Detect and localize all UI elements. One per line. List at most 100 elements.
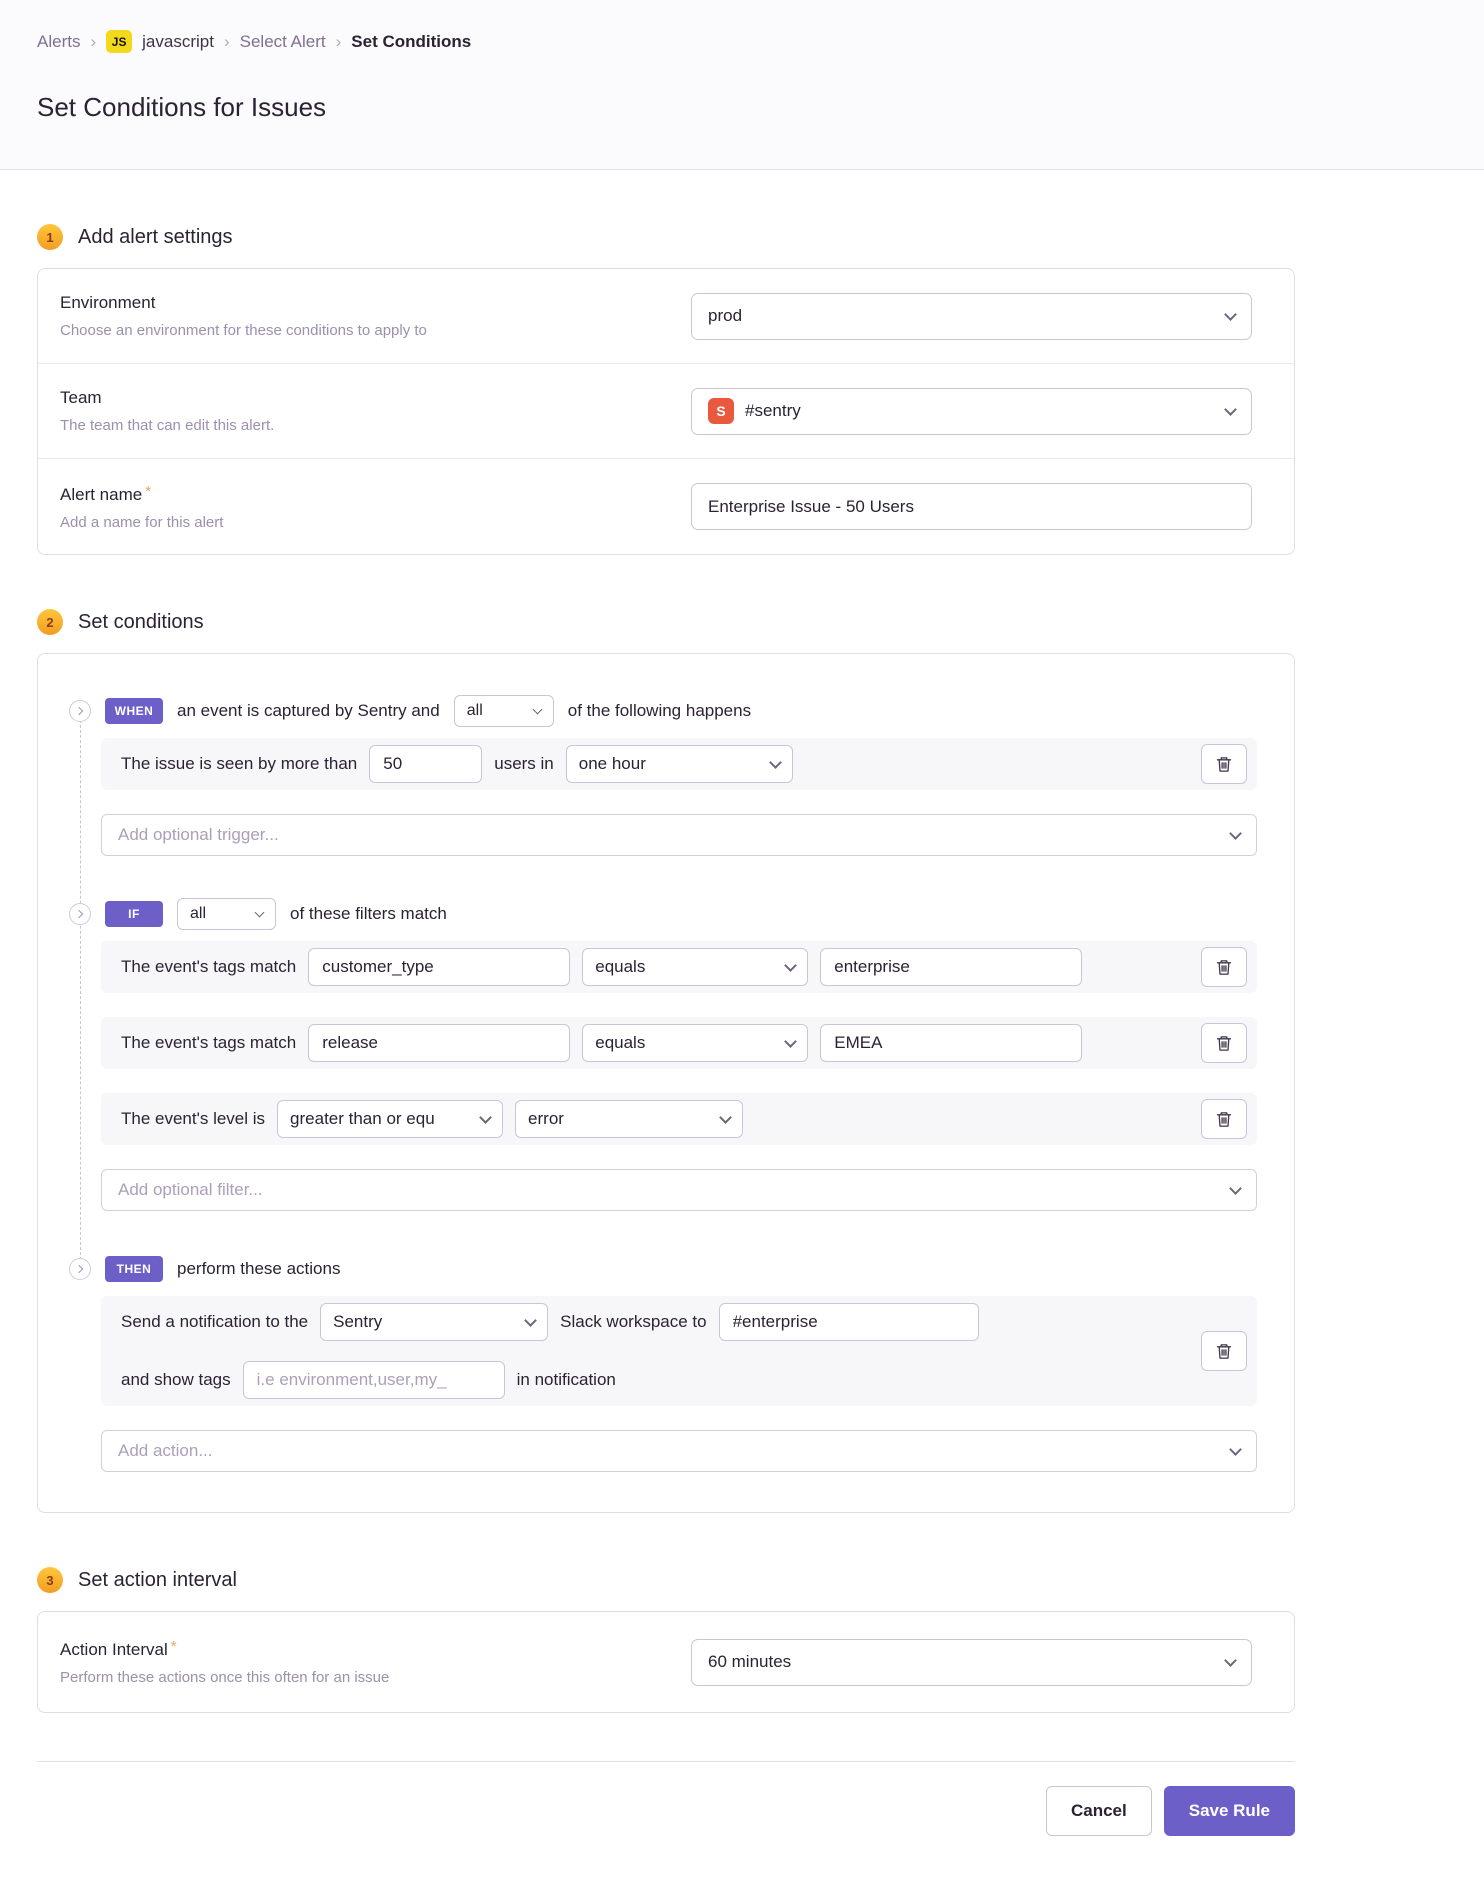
condition-step-body: Send a notification to theSentrySlack wo…: [101, 1296, 1257, 1472]
step-badge: IF: [105, 901, 163, 927]
team-row: Team The team that can edit this alert. …: [38, 364, 1294, 459]
condition-text: users in: [494, 754, 554, 774]
condition-text: The event's tags match: [121, 957, 296, 977]
select-value: all: [467, 702, 483, 720]
action-interval-help: Perform these actions once this often fo…: [60, 1669, 389, 1686]
team-select-value: #sentry: [745, 401, 801, 421]
environment-select[interactable]: prod: [691, 293, 1252, 340]
condition-steps: WHENan event is captured by Sentry andal…: [69, 698, 1257, 1472]
breadcrumb-set-conditions: Set Conditions: [351, 32, 471, 52]
page-header: Alerts › JS javascript › Select Alert › …: [0, 0, 1484, 170]
condition-value-input[interactable]: [308, 948, 570, 986]
add-condition-select[interactable]: Add action...: [101, 1430, 1257, 1472]
environment-row: Environment Choose an environment for th…: [38, 269, 1294, 364]
condition-select[interactable]: all: [177, 898, 276, 930]
environment-select-value: prod: [708, 306, 742, 326]
condition-select[interactable]: error: [515, 1100, 743, 1138]
page-title: Set Conditions for Issues: [37, 91, 1484, 123]
condition-text: The event's tags match: [121, 1033, 296, 1053]
action-interval-row: Action Interval* Perform these actions o…: [38, 1612, 1294, 1712]
condition-step-body: The event's tags matchequalsThe event's …: [101, 941, 1257, 1211]
select-value: greater than or equ: [290, 1109, 435, 1129]
footer-actions: Cancel Save Rule: [37, 1786, 1295, 1886]
chevron-down-icon: [1224, 1654, 1237, 1667]
section-title: Set conditions: [78, 611, 204, 634]
condition-select[interactable]: Sentry: [320, 1303, 548, 1341]
expand-chevron-icon[interactable]: [69, 700, 91, 722]
section-add-alert-settings: 1 Add alert settings: [37, 224, 1295, 250]
delete-row-button[interactable]: [1201, 1099, 1247, 1139]
team-select[interactable]: S #sentry: [691, 388, 1252, 435]
select-value: Sentry: [333, 1312, 382, 1332]
delete-row-button[interactable]: [1201, 1023, 1247, 1063]
breadcrumb-separator-icon: ›: [90, 32, 96, 52]
step-number-badge: 2: [37, 609, 63, 635]
condition-select[interactable]: all: [454, 695, 554, 727]
alert-name-label: Alert name*: [60, 483, 223, 505]
environment-meta: Environment Choose an environment for th…: [60, 293, 427, 339]
condition-text: Send a notification to the: [121, 1312, 308, 1332]
condition-text: The issue is seen by more than: [121, 754, 357, 774]
save-rule-button[interactable]: Save Rule: [1164, 1786, 1295, 1836]
chevron-down-icon: [784, 1035, 797, 1048]
delete-row-button[interactable]: [1201, 1331, 1247, 1371]
alert-builder-page: Alerts › JS javascript › Select Alert › …: [0, 0, 1484, 1886]
condition-text: The event's level is: [121, 1109, 265, 1129]
environment-label: Environment: [60, 293, 427, 313]
breadcrumb-alerts[interactable]: Alerts: [37, 32, 80, 52]
cancel-button[interactable]: Cancel: [1046, 1786, 1152, 1836]
action-interval-select[interactable]: 60 minutes: [691, 1639, 1252, 1686]
add-condition-select[interactable]: Add optional filter...: [101, 1169, 1257, 1211]
team-meta: Team The team that can edit this alert.: [60, 388, 274, 434]
breadcrumb-separator-icon: ›: [336, 32, 342, 52]
step-number-badge: 1: [37, 224, 63, 250]
chevron-down-icon: [532, 704, 542, 714]
breadcrumb-project-javascript[interactable]: javascript: [142, 32, 214, 52]
condition-select[interactable]: equals: [582, 1024, 808, 1062]
footer-divider: [37, 1761, 1295, 1762]
condition-value-input[interactable]: [820, 1024, 1082, 1062]
section-set-action-interval: 3 Set action interval: [37, 1567, 1295, 1593]
step-connector-line: [80, 720, 81, 1260]
condition-value-input[interactable]: [369, 745, 482, 783]
condition-value-input[interactable]: [719, 1303, 979, 1341]
condition-select[interactable]: greater than or equ: [277, 1100, 503, 1138]
select-value: error: [528, 1109, 564, 1129]
condition-text: of the following happens: [568, 701, 751, 721]
condition-value-input[interactable]: [308, 1024, 570, 1062]
step-number-badge: 3: [37, 1567, 63, 1593]
condition-step-header: THENperform these actions: [69, 1256, 1257, 1282]
condition-row: The event's tags match equals: [101, 941, 1257, 993]
chevron-down-icon: [719, 1111, 732, 1124]
expand-chevron-icon[interactable]: [69, 1258, 91, 1280]
chevron-down-icon: [479, 1111, 492, 1124]
team-avatar: S: [708, 398, 734, 424]
select-value: one hour: [579, 754, 646, 774]
condition-text: in notification: [517, 1370, 616, 1390]
condition-select[interactable]: one hour: [566, 745, 793, 783]
add-placeholder: Add optional filter...: [118, 1180, 263, 1200]
section-title: Add alert settings: [78, 226, 233, 249]
condition-step: THENperform these actions Send a notifica…: [69, 1256, 1257, 1472]
section-title: Set action interval: [78, 1569, 237, 1592]
condition-select[interactable]: equals: [582, 948, 808, 986]
select-value: all: [190, 905, 206, 923]
required-asterisk: *: [145, 483, 151, 500]
delete-row-button[interactable]: [1201, 947, 1247, 987]
team-help: The team that can edit this alert.: [60, 417, 274, 434]
chevron-down-icon: [769, 756, 782, 769]
required-asterisk: *: [171, 1638, 177, 1655]
chevron-down-icon: [1229, 1182, 1242, 1195]
breadcrumb-select-alert[interactable]: Select Alert: [240, 32, 326, 52]
javascript-platform-icon: JS: [106, 30, 132, 53]
expand-chevron-icon[interactable]: [69, 903, 91, 925]
alert-name-input[interactable]: [708, 497, 1235, 517]
trash-icon: [1216, 1111, 1232, 1128]
conditions-panel: WHENan event is captured by Sentry andal…: [37, 653, 1295, 1513]
section-set-conditions: 2 Set conditions: [37, 609, 1295, 635]
select-value: equals: [595, 957, 645, 977]
add-condition-select[interactable]: Add optional trigger...: [101, 814, 1257, 856]
condition-value-input[interactable]: [243, 1361, 505, 1399]
condition-value-input[interactable]: [820, 948, 1082, 986]
delete-row-button[interactable]: [1201, 744, 1247, 784]
